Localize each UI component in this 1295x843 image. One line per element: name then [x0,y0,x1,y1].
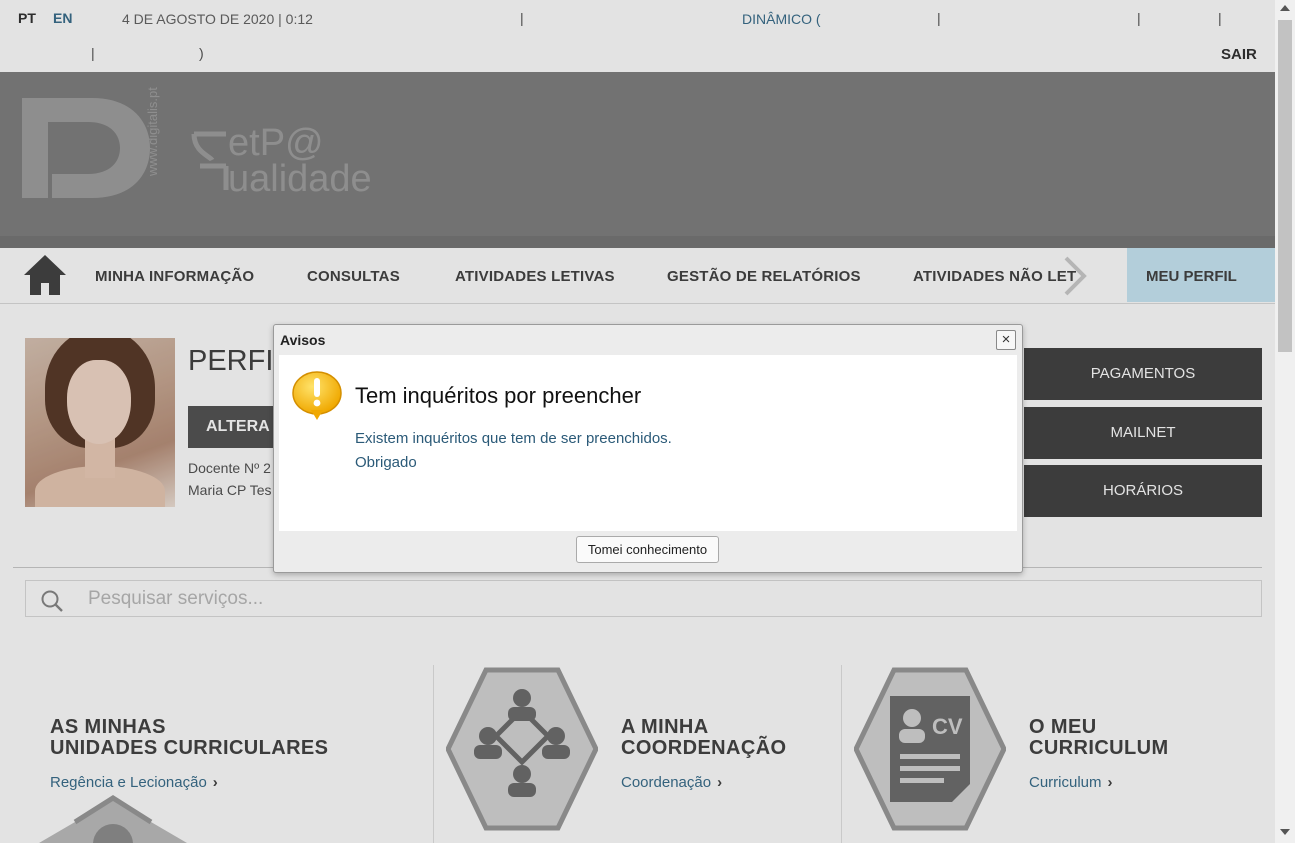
modal-overlay-banner [0,72,1275,248]
dialog-body: Tem inquéritos por preencher Existem inq… [279,355,1017,531]
scrollbar-thumb[interactable] [1278,20,1292,352]
dialog-message: Existem inquéritos que tem de ser preenc… [355,430,672,447]
scroll-down-icon[interactable] [1280,829,1290,835]
warning-icon [292,371,342,420]
dialog-heading: Tem inquéritos por preencher [355,383,642,408]
dialog-message-thanks: Obrigado [355,454,417,471]
close-button[interactable]: × [996,330,1016,350]
scrollbar[interactable] [1275,0,1295,843]
scroll-up-icon[interactable] [1280,5,1290,11]
dialog-title: Avisos [280,332,326,348]
acknowledge-button[interactable]: Tomei conhecimento [576,536,719,563]
notice-dialog: Avisos × Tem inquéritos por preencher Ex… [273,324,1023,573]
